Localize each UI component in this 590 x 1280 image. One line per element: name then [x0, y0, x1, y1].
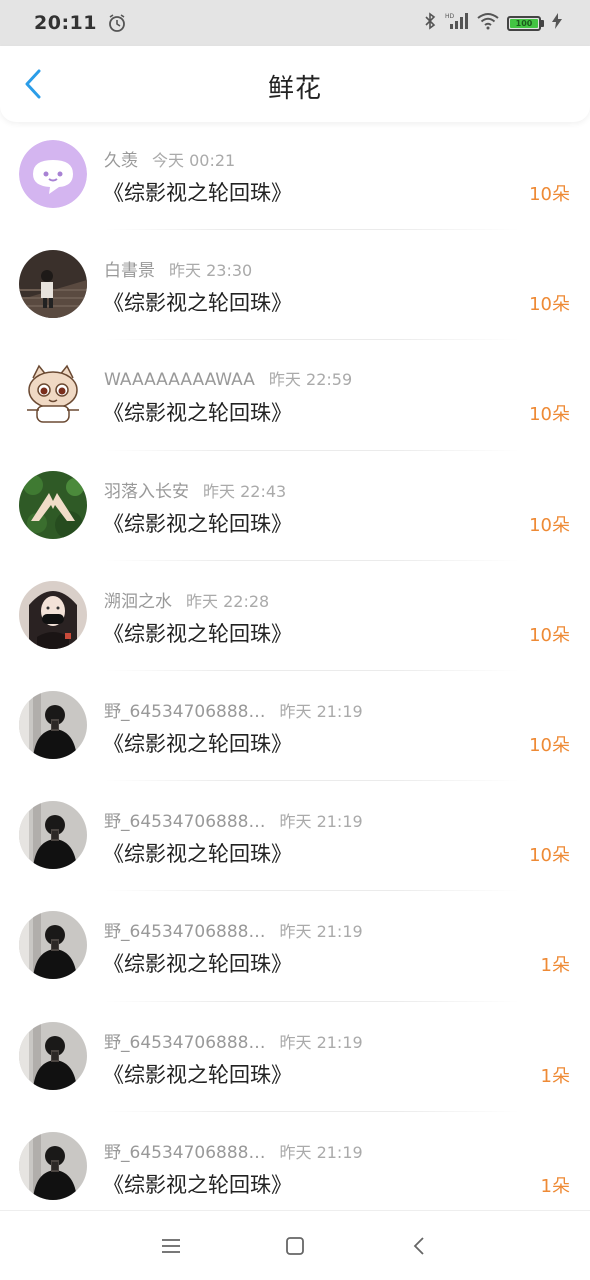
flower-count: 10朵: [529, 624, 570, 646]
back-icon: [413, 1236, 424, 1255]
flower-count: 1朵: [540, 1065, 570, 1087]
avatar[interactable]: [19, 470, 87, 539]
list-item[interactable]: 野_64534706888… 昨天 21:19 《综影视之轮回珠》 10朵: [0, 781, 590, 892]
timestamp: 昨天 21:19: [279, 1032, 363, 1052]
battery-icon: 100: [507, 15, 544, 31]
book-title: 《综影视之轮回珠》: [103, 842, 292, 867]
user-name: 久羡: [104, 151, 138, 171]
list-item[interactable]: 羽落入长安 昨天 22:43 《综影视之轮回珠》 10朵: [0, 451, 590, 561]
user-name: 溯洄之水: [104, 591, 172, 612]
list-item[interactable]: 白書景 昨天 23:30 《综影视之轮回珠》 10朵: [0, 230, 590, 341]
home-icon: [286, 1236, 304, 1255]
home-button[interactable]: [233, 1211, 357, 1280]
list-item[interactable]: 久羡 今天 00:21 《综影视之轮回珠》 10朵: [0, 120, 590, 231]
avatar[interactable]: [19, 911, 87, 980]
timestamp: 昨天 21:19: [279, 812, 363, 832]
hands-grass-avatar-icon: [19, 470, 87, 539]
flower-count: 1朵: [540, 1175, 570, 1197]
timestamp: 今天 00:21: [152, 151, 236, 170]
avatar[interactable]: [19, 140, 87, 208]
list-item[interactable]: 野_64534706888… 昨天 21:19 《综影视之轮回珠》 1朵: [0, 1002, 590, 1112]
avatar[interactable]: [19, 250, 87, 319]
system-back-button[interactable]: [357, 1211, 481, 1280]
list-item[interactable]: 野_64534706888… 昨天 21:19 《综影视之轮回珠》 1朵: [0, 1112, 590, 1210]
timestamp: 昨天 21:19: [279, 701, 363, 721]
timestamp: 昨天 21:19: [279, 1142, 363, 1162]
user-name: WAAAAAAAAWAA: [104, 370, 255, 391]
avatar[interactable]: [19, 1021, 87, 1090]
menu-icon: [162, 1238, 180, 1253]
dark-selfie-avatar-icon: [19, 1021, 87, 1090]
timestamp: 昨天 22:28: [186, 591, 270, 611]
menu-button[interactable]: [109, 1211, 233, 1280]
dark-selfie-avatar-icon: [19, 1131, 87, 1200]
status-bar: 20:11 HD 100: [0, 0, 590, 46]
flower-count: 10朵: [529, 294, 570, 316]
book-title: 《综影视之轮回珠》: [103, 511, 292, 536]
flower-count: 10朵: [529, 514, 570, 536]
flower-count: 10朵: [529, 845, 570, 867]
flower-count: 1朵: [540, 955, 570, 977]
list-item[interactable]: 野_64534706888… 昨天 21:19 《综影视之轮回珠》 1朵: [0, 891, 590, 1002]
user-name: 野_64534706888…: [104, 922, 266, 943]
battery-level: 100: [510, 18, 538, 28]
user-name: 野_64534706888…: [104, 1032, 266, 1053]
page-title: 鲜花: [267, 74, 322, 104]
book-title: 《综影视之轮回珠》: [103, 401, 292, 426]
flower-count: 10朵: [529, 734, 570, 756]
charging-icon: [552, 13, 562, 33]
timestamp: 昨天 22:59: [268, 370, 353, 390]
svg-text:HD: HD: [445, 13, 455, 20]
purple-chat-avatar-icon: [19, 140, 87, 208]
dark-selfie-avatar-icon: [19, 801, 87, 870]
book-title: 《综影视之轮回珠》: [103, 1172, 292, 1197]
wifi-icon: [477, 12, 499, 34]
masked-girl-avatar-icon: [19, 580, 87, 649]
book-title: 《综影视之轮回珠》: [103, 1062, 292, 1087]
avatar[interactable]: [19, 580, 87, 649]
book-title: 《综影视之轮回珠》: [103, 621, 292, 646]
stairs-photo-avatar-icon: [19, 250, 87, 319]
flower-count: 10朵: [529, 184, 570, 205]
timestamp: 昨天 22:43: [203, 481, 287, 501]
status-icons: HD 100: [423, 12, 562, 34]
status-time: 20:11: [34, 12, 97, 34]
user-name: 野_64534706888…: [104, 1142, 266, 1163]
bottom-nav: [0, 1210, 590, 1280]
flower-list: 久羡 今天 00:21 《综影视之轮回珠》 10朵 白書景 昨天 23:30 《综影…: [0, 120, 590, 1210]
flower-count: 10朵: [529, 404, 570, 426]
book-title: 《综影视之轮回珠》: [103, 952, 292, 977]
timestamp: 昨天 23:30: [169, 261, 253, 281]
dark-selfie-avatar-icon: [19, 690, 87, 759]
user-name: 白書景: [104, 261, 155, 282]
user-name: 野_64534706888…: [104, 701, 266, 722]
avatar[interactable]: [19, 1131, 87, 1200]
book-title: 《综影视之轮回珠》: [103, 731, 292, 756]
book-title: 《综影视之轮回珠》: [103, 181, 292, 205]
avatar[interactable]: [19, 360, 87, 429]
book-title: 《综影视之轮回珠》: [103, 291, 292, 316]
dark-selfie-avatar-icon: [19, 911, 87, 980]
hd-signal-icon: HD: [445, 12, 469, 34]
list-item[interactable]: WAAAAAAAAWAA 昨天 22:59 《综影视之轮回珠》 10朵: [0, 340, 590, 451]
cartoon-cat-avatar-icon: [19, 360, 87, 429]
alarm-icon: [107, 13, 127, 33]
avatar[interactable]: [19, 690, 87, 759]
bluetooth-icon: [423, 12, 437, 34]
user-name: 野_64534706888…: [104, 812, 266, 833]
user-name: 羽落入长安: [104, 481, 189, 502]
header: 鲜花: [0, 46, 590, 122]
avatar[interactable]: [19, 801, 87, 870]
list-item[interactable]: 野_64534706888… 昨天 21:19 《综影视之轮回珠》 10朵: [0, 671, 590, 782]
list-item[interactable]: 溯洄之水 昨天 22:28 《综影视之轮回珠》 10朵: [0, 561, 590, 671]
timestamp: 昨天 21:19: [279, 922, 363, 942]
